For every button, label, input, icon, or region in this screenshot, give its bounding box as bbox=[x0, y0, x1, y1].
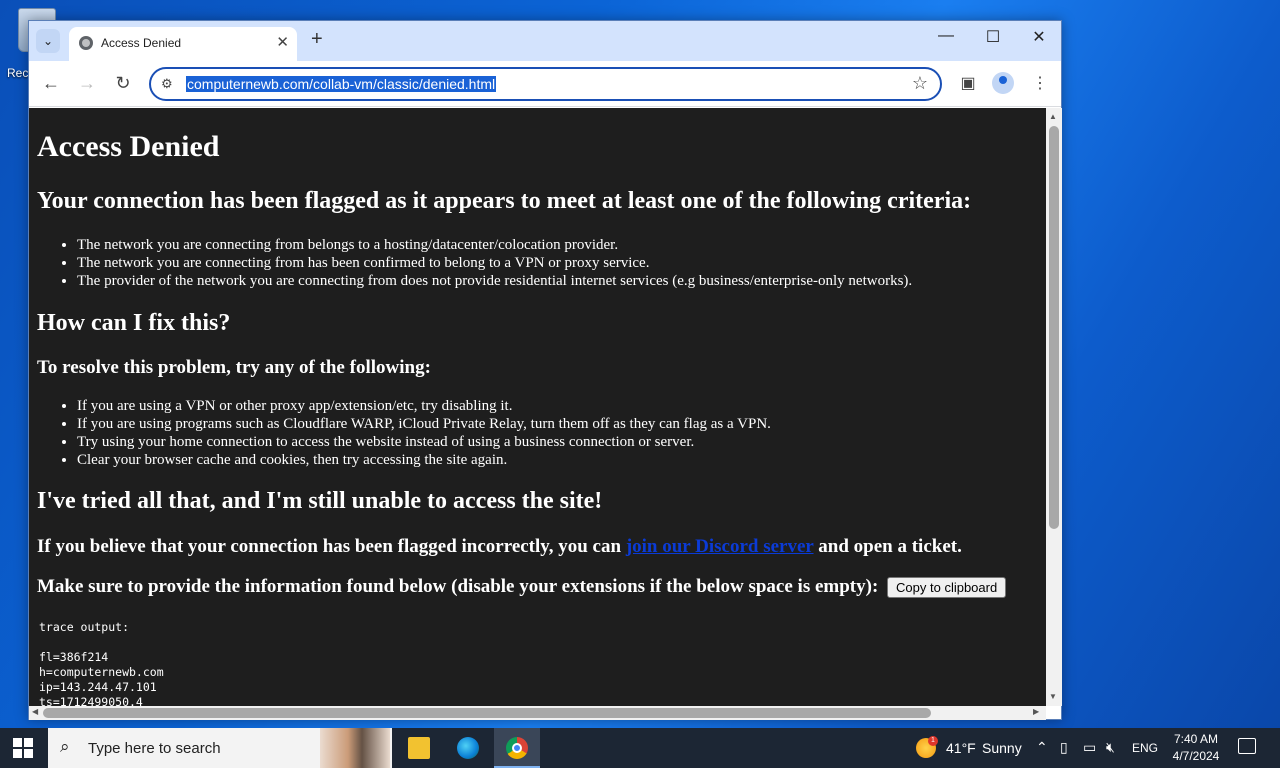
vertical-scrollbar[interactable]: ▲ ▼ bbox=[1046, 108, 1062, 706]
list-item: If you are using programs such as Cloudf… bbox=[77, 415, 771, 433]
browser-toolbar: ← → ↻ ⚙ computernewb.com/collab-vm/class… bbox=[29, 61, 1061, 107]
list-item: The network you are connecting from has … bbox=[77, 254, 912, 272]
tried-heading: I've tried all that, and I'm still unabl… bbox=[37, 488, 603, 514]
vertical-scroll-thumb[interactable] bbox=[1049, 126, 1059, 529]
trace-line: h=computernewb.com bbox=[39, 665, 164, 679]
folder-icon bbox=[408, 737, 430, 759]
horizontal-scrollbar[interactable]: ◀ ▶ bbox=[29, 706, 1046, 720]
horizontal-scroll-thumb[interactable] bbox=[43, 708, 931, 718]
file-explorer-taskbar-button[interactable] bbox=[396, 728, 442, 768]
address-bar[interactable]: ⚙ computernewb.com/collab-vm/classic/den… bbox=[149, 67, 942, 101]
tab-access-denied[interactable]: Access Denied ✕ bbox=[69, 27, 297, 61]
search-highlight-illustration[interactable] bbox=[320, 728, 390, 768]
incorrect-suffix: and open a ticket. bbox=[813, 536, 962, 557]
tab-strip: ⌄ Access Denied ✕ + — ☐ ✕ bbox=[29, 21, 1061, 61]
fix-heading: How can I fix this? bbox=[37, 310, 231, 336]
reload-icon[interactable]: ↻ bbox=[111, 73, 135, 94]
flagged-heading: Your connection has been flagged as it a… bbox=[37, 188, 972, 214]
site-info-tune-icon[interactable]: ⚙ bbox=[161, 76, 173, 92]
tab-title: Access Denied bbox=[101, 36, 182, 50]
scroll-right-icon[interactable]: ▶ bbox=[1033, 707, 1039, 716]
notification-icon[interactable] bbox=[1238, 738, 1256, 754]
device-icon[interactable]: ▯ bbox=[1060, 739, 1068, 756]
tab-search-chevron-down-icon[interactable]: ⌄ bbox=[36, 29, 60, 53]
side-panel-icon[interactable]: ▣ bbox=[956, 73, 980, 93]
scroll-left-icon[interactable]: ◀ bbox=[32, 707, 38, 716]
clock[interactable]: 7:40 AM 4/7/2024 bbox=[1166, 731, 1226, 765]
weather-temperature[interactable]: 41°F bbox=[946, 740, 976, 756]
page-content: Access Denied Your connection has been f… bbox=[29, 108, 1046, 706]
trace-line: ip=143.244.47.101 bbox=[39, 680, 157, 694]
scroll-up-icon[interactable]: ▲ bbox=[1049, 112, 1057, 121]
provide-info-text: Make sure to provide the information fou… bbox=[37, 576, 879, 597]
trace-output: trace output: fl=386f214 h=computernewb.c… bbox=[39, 620, 164, 706]
list-item: Clear your browser cache and cookies, th… bbox=[77, 451, 771, 469]
fixes-list: If you are using a VPN or other proxy ap… bbox=[77, 397, 771, 469]
chrome-taskbar-button[interactable] bbox=[494, 728, 540, 768]
minimize-button[interactable]: — bbox=[926, 27, 966, 45]
profile-avatar-icon[interactable] bbox=[992, 72, 1014, 94]
edge-icon bbox=[457, 737, 479, 759]
incorrect-prefix: If you believe that your connection has … bbox=[37, 536, 626, 557]
taskbar: ⌕ Type here to search 1 41°F Sunny ⌃ ▯ ▭… bbox=[0, 728, 1280, 768]
search-placeholder: Type here to search bbox=[88, 740, 221, 757]
criteria-list: The network you are connecting from belo… bbox=[77, 236, 912, 290]
search-icon: ⌕ bbox=[60, 737, 70, 756]
chevron-up-icon[interactable]: ⌃ bbox=[1036, 739, 1048, 756]
url-text[interactable]: computernewb.com/collab-vm/classic/denie… bbox=[186, 76, 497, 92]
tab-close-icon[interactable]: ✕ bbox=[276, 33, 289, 51]
incorrect-paragraph: If you believe that your connection has … bbox=[37, 536, 962, 558]
clock-time: 7:40 AM bbox=[1173, 732, 1219, 746]
volume-muted-icon[interactable]: 🔇︎ bbox=[1106, 739, 1115, 756]
trace-line: ts=1712499050.4 bbox=[39, 695, 143, 706]
page-title: Access Denied bbox=[37, 130, 220, 163]
windows-start-icon[interactable] bbox=[13, 738, 33, 758]
new-tab-plus-icon[interactable]: + bbox=[311, 28, 323, 51]
trace-label: trace output: bbox=[39, 620, 130, 634]
forward-arrow-icon[interactable]: → bbox=[75, 73, 99, 94]
edge-taskbar-button[interactable] bbox=[445, 728, 491, 768]
trace-line: fl=386f214 bbox=[39, 650, 109, 664]
weather-badge: 1 bbox=[928, 736, 938, 746]
globe-icon bbox=[79, 36, 93, 50]
chrome-icon bbox=[506, 737, 528, 759]
network-icon[interactable]: ▭ bbox=[1083, 739, 1096, 756]
close-window-button[interactable]: ✕ bbox=[1019, 27, 1059, 47]
clock-date: 4/7/2024 bbox=[1172, 749, 1220, 763]
list-item: Try using your home connection to access… bbox=[77, 433, 771, 451]
bookmark-star-icon[interactable]: ☆ bbox=[912, 73, 928, 94]
recycle-bin-label: Rec bbox=[7, 66, 29, 80]
provide-info-paragraph: Make sure to provide the information fou… bbox=[37, 576, 1007, 599]
taskbar-search-box[interactable]: ⌕ Type here to search bbox=[48, 728, 392, 768]
language-indicator[interactable]: ENG bbox=[1132, 741, 1158, 755]
menu-kebab-icon[interactable]: ⋮ bbox=[1028, 73, 1052, 93]
back-arrow-icon[interactable]: ← bbox=[39, 73, 63, 94]
list-item: If you are using a VPN or other proxy ap… bbox=[77, 397, 771, 415]
discord-link[interactable]: join our Discord server bbox=[626, 536, 814, 557]
scroll-down-icon[interactable]: ▼ bbox=[1049, 692, 1057, 701]
list-item: The network you are connecting from belo… bbox=[77, 236, 912, 254]
copy-to-clipboard-button[interactable]: Copy to clipboard bbox=[887, 577, 1007, 599]
resolve-heading: To resolve this problem, try any of the … bbox=[37, 357, 431, 378]
weather-condition[interactable]: Sunny bbox=[982, 740, 1022, 756]
browser-window: ⌄ Access Denied ✕ + — ☐ ✕ ← → ↻ ⚙ comput… bbox=[28, 20, 1062, 720]
maximize-button[interactable]: ☐ bbox=[973, 27, 1013, 47]
list-item: The provider of the network you are conn… bbox=[77, 272, 912, 290]
